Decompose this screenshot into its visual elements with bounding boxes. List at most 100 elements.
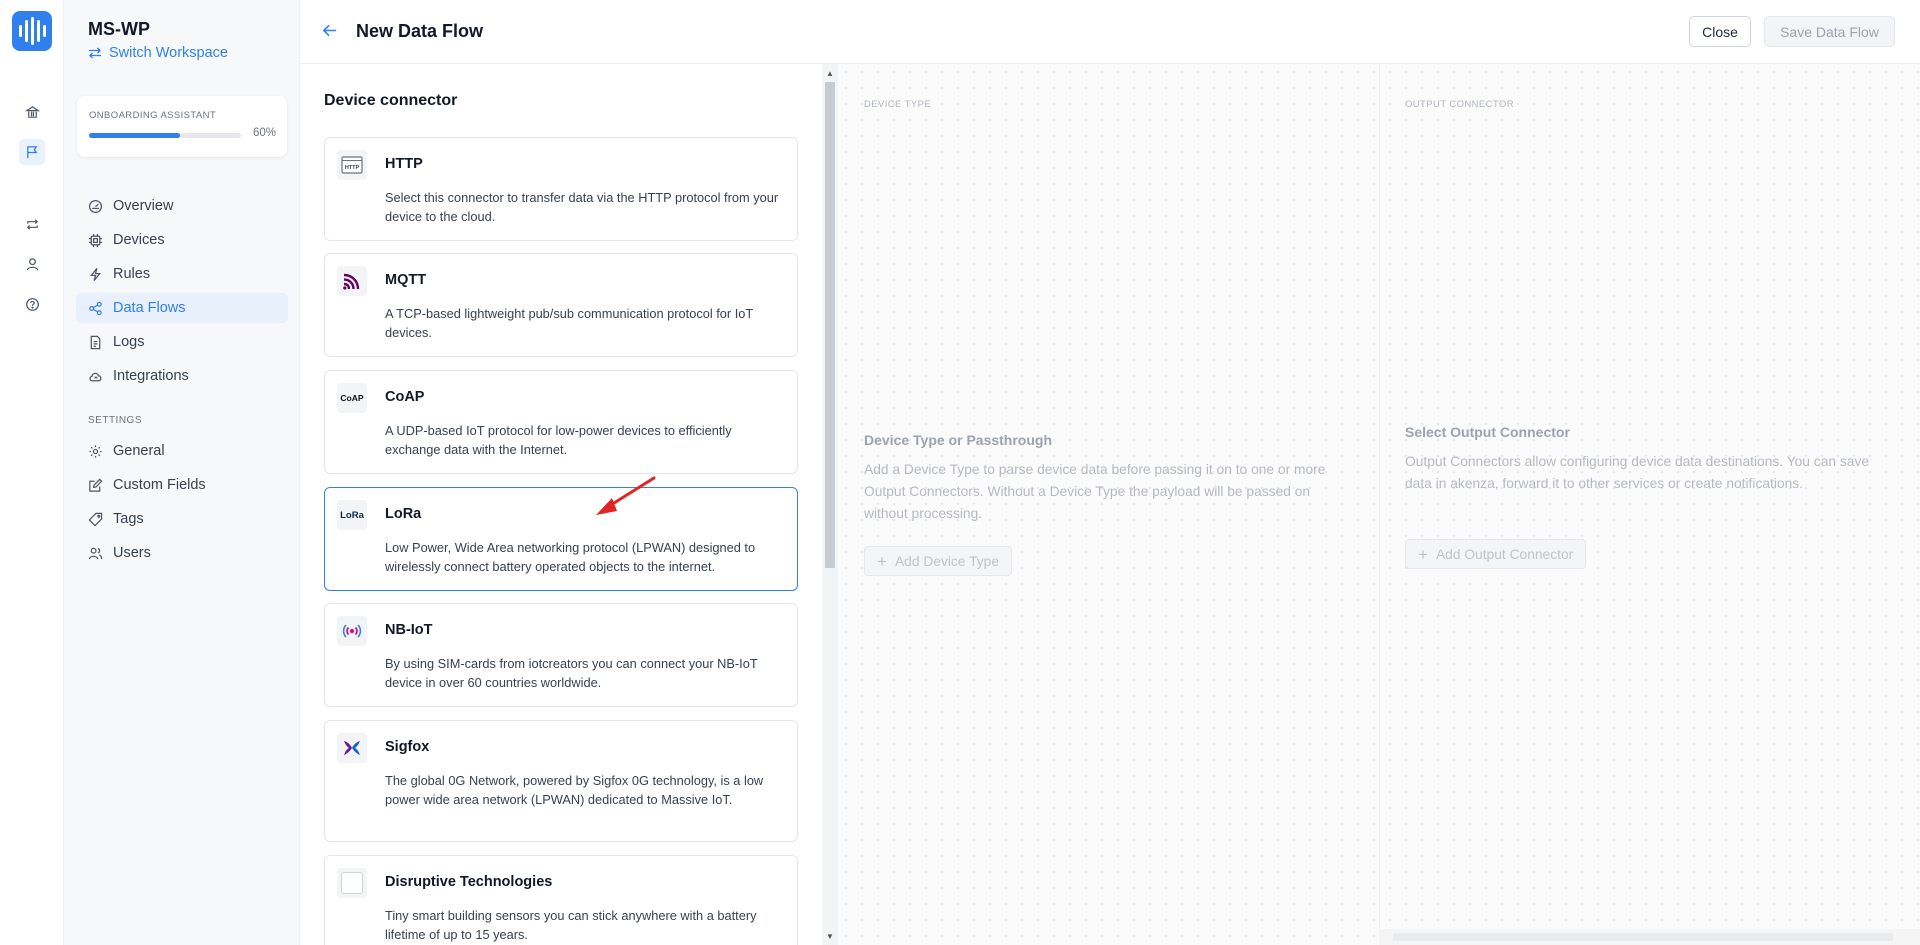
annotation-arrow-icon xyxy=(596,476,656,515)
nav-item-general[interactable]: General xyxy=(76,436,288,466)
nav-item-custom-fields[interactable]: Custom Fields xyxy=(76,470,288,500)
onboarding-title: ONBOARDING ASSISTANT xyxy=(89,110,217,121)
disruptive-icon xyxy=(337,868,367,898)
add-output-connector-button[interactable]: + Add Output Connector xyxy=(1405,539,1587,569)
output-connector-description: Output Connectors allow configuring devi… xyxy=(1405,454,1870,491)
close-button[interactable]: Close xyxy=(1689,16,1751,47)
connector-name: HTTP xyxy=(385,156,423,172)
connector-card-disruptive-technologies[interactable]: Disruptive Technologies Tiny smart build… xyxy=(324,855,798,945)
svg-text:HTTP: HTTP xyxy=(345,165,360,171)
sigfox-icon xyxy=(337,733,367,763)
save-data-flow-button[interactable]: Save Data Flow xyxy=(1764,16,1895,47)
nav-item-logs[interactable]: Logs xyxy=(76,327,288,357)
app-window: MS-WP Switch Workspace ONBOARDING ASSIST… xyxy=(0,0,1920,945)
connector-description: Tiny smart building sensors you can stic… xyxy=(385,908,757,942)
connector-description: A UDP-based IoT protocol for low-power d… xyxy=(385,423,732,457)
nav-item-label: Rules xyxy=(113,266,151,282)
add-device-type-label: Add Device Type xyxy=(894,553,999,569)
edit-icon xyxy=(89,478,103,492)
connector-description: By using SIM-cards from iotcreators you … xyxy=(385,656,758,690)
tag-icon xyxy=(88,512,103,526)
switch-workspace-label: Switch Workspace xyxy=(109,45,228,61)
nav-item-integrations[interactable]: Integrations xyxy=(76,361,288,391)
scroll-down-icon[interactable]: ▼ xyxy=(822,929,838,943)
output-connector-title: Select Output Connector xyxy=(1405,424,1570,440)
connector-card-http[interactable]: HTTP HTTP Select this connector to trans… xyxy=(324,137,798,241)
connector-card-mqtt[interactable]: MQTT A TCP-based lightweight pub/sub com… xyxy=(324,253,798,357)
http-icon: HTTP xyxy=(337,150,367,180)
column-divider xyxy=(1379,64,1380,945)
nav-item-label: Devices xyxy=(113,232,165,248)
nav-item-rules[interactable]: Rules xyxy=(76,259,288,289)
nav-item-label: Logs xyxy=(113,334,145,350)
connector-description: Low Power, Wide Area networking protocol… xyxy=(385,540,756,574)
back-button[interactable] xyxy=(321,22,338,44)
help-icon[interactable] xyxy=(19,291,45,317)
gauge-icon xyxy=(88,199,103,213)
scrollbar-thumb[interactable] xyxy=(825,82,835,568)
settings-section-label: SETTINGS xyxy=(88,415,143,426)
nav-item-label: Custom Fields xyxy=(113,477,206,493)
nav-item-tags[interactable]: Tags xyxy=(76,504,288,534)
connector-name: MQTT xyxy=(385,272,427,288)
page-header: New Data Flow Close Save Data Flow xyxy=(300,0,1920,64)
arrow-left-icon xyxy=(322,24,337,37)
nav-item-data-flows[interactable]: Data Flows xyxy=(76,293,288,323)
nav-item-devices[interactable]: Devices xyxy=(76,225,288,255)
nav-item-label: Integrations xyxy=(113,368,189,384)
nav-item-users[interactable]: Users xyxy=(76,538,288,568)
icon-rail xyxy=(0,0,64,945)
nav-item-label: Overview xyxy=(113,198,174,214)
connector-name: Sigfox xyxy=(385,739,430,755)
flag-icon[interactable] xyxy=(19,139,45,165)
connector-card-nb-iot[interactable]: NB-IoT By using SIM-cards from iotcreato… xyxy=(324,603,798,707)
device-type-title: Device Type or Passthrough xyxy=(864,432,1053,448)
repeat-icon[interactable] xyxy=(19,211,45,237)
connector-card-lora[interactable]: LoRa LoRa Low Power, Wide Area networkin… xyxy=(324,487,798,591)
scrollbar-thumb[interactable] xyxy=(1393,933,1893,941)
connector-name: LoRa xyxy=(385,506,422,522)
onboarding-progress-label: 60% xyxy=(252,127,276,139)
lora-icon-text: LoRa xyxy=(340,509,364,521)
onboarding-progress-bar xyxy=(89,133,241,138)
nav-item-overview[interactable]: Overview xyxy=(76,191,288,221)
nav-item-label: Users xyxy=(113,545,151,561)
device-type-description: Add a Device Type to parse device data b… xyxy=(864,462,1326,521)
output-connector-column-label: OUTPUT CONNECTOR xyxy=(1405,99,1514,110)
connector-card-coap[interactable]: CoAP CoAP A UDP-based IoT protocol for l… xyxy=(324,370,798,474)
nbiot-icon xyxy=(337,616,367,646)
onboarding-progress-fill xyxy=(89,133,181,138)
connector-card-sigfox[interactable]: Sigfox The global 0G Network, powered by… xyxy=(324,720,798,842)
switch-workspace-link[interactable]: Switch Workspace xyxy=(88,45,228,61)
user-icon[interactable] xyxy=(19,251,45,277)
scroll-up-icon[interactable]: ▲ xyxy=(822,66,838,80)
nav-item-label: Data Flows xyxy=(113,300,186,316)
connector-description: Select this connector to transfer data v… xyxy=(385,190,779,224)
workspace-name: MS-WP xyxy=(88,19,150,39)
connector-list-scrollbar[interactable]: ▲ ▼ xyxy=(822,64,838,945)
share-icon xyxy=(89,301,102,315)
log-file-icon xyxy=(90,335,101,349)
onboarding-assistant[interactable]: ONBOARDING ASSISTANT 60% xyxy=(77,96,287,157)
plus-icon: + xyxy=(1418,544,1428,564)
device-type-column-label: DEVICE TYPE xyxy=(864,99,932,110)
canvas-horizontal-scrollbar[interactable] xyxy=(1379,929,1920,945)
page-title: New Data Flow xyxy=(356,21,484,41)
workspace-sidebar: MS-WP Switch Workspace ONBOARDING ASSIST… xyxy=(64,0,300,945)
coap-icon-text: CoAP xyxy=(340,393,364,403)
mqtt-icon xyxy=(337,266,367,296)
cloud-icon xyxy=(89,372,102,381)
bank-icon[interactable] xyxy=(19,99,45,125)
coap-icon: CoAP xyxy=(337,383,367,413)
connector-description: A TCP-based lightweight pub/sub communic… xyxy=(385,306,753,340)
connector-name: Disruptive Technologies xyxy=(385,874,553,890)
swap-icon xyxy=(89,47,101,59)
connector-description: The global 0G Network, powered by Sigfox… xyxy=(385,773,764,807)
data-flow-canvas: DEVICE TYPE Device Type or Passthrough A… xyxy=(838,64,1920,945)
akenza-logo[interactable] xyxy=(12,11,52,51)
connector-name: NB-IoT xyxy=(385,622,433,638)
nav-item-label: Tags xyxy=(113,511,144,527)
connector-name: CoAP xyxy=(385,389,425,405)
add-device-type-button[interactable]: + Add Device Type xyxy=(864,546,1012,576)
device-connector-list: Device connector HTTP HTTP Select this c… xyxy=(300,64,822,945)
